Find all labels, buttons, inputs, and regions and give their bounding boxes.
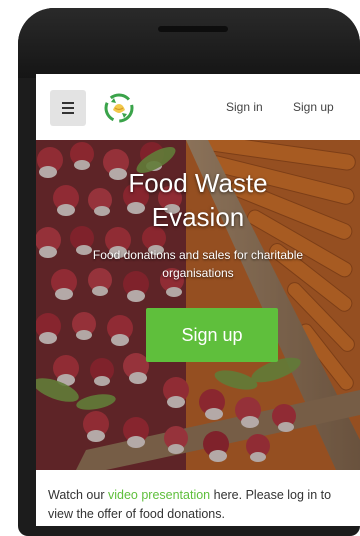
signup-link[interactable]: Sign up [293, 100, 334, 114]
video-presentation-link[interactable]: video presentation [108, 488, 210, 502]
hero-banner: Food Waste Evasion Food donations and sa… [36, 140, 360, 470]
intro-section: Watch our video presentation here. Pleas… [36, 470, 360, 526]
hero-signup-button[interactable]: Sign up [146, 308, 278, 362]
phone-speaker [158, 26, 228, 32]
menu-button[interactable] [50, 90, 86, 126]
phone-bezel [18, 8, 360, 78]
intro-text: Watch our video presentation here. Pleas… [48, 486, 352, 524]
hamburger-icon-line [62, 107, 74, 109]
signin-link[interactable]: Sign in [226, 100, 263, 114]
hero-title-line-1: Food Waste [128, 168, 268, 198]
hamburger-icon [62, 102, 74, 104]
navbar: Sign in Sign up [36, 74, 360, 140]
intro-text-before: Watch our [48, 488, 108, 502]
phone-screen: Sign in Sign up Food Waste Evasion Food … [36, 74, 360, 526]
hero-subtitle: Food donations and sales for charitable … [92, 248, 304, 280]
hero-title-line-2: Evasion [151, 202, 245, 232]
logo-icon[interactable] [102, 91, 136, 125]
phone-frame: Sign in Sign up Food Waste Evasion Food … [18, 8, 360, 536]
hamburger-icon-line [62, 112, 74, 114]
hero-title: Food Waste Evasion [36, 166, 360, 234]
